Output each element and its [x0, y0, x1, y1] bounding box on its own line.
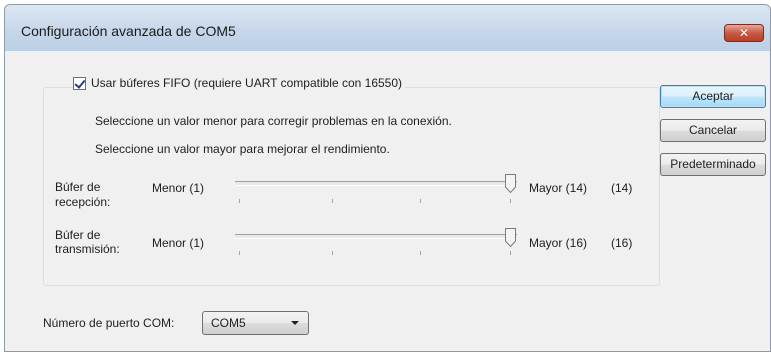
- com-port-label: Número de puerto COM:: [43, 316, 175, 330]
- receive-buffer-label-line1: Búfer de: [55, 180, 101, 194]
- fifo-checkbox[interactable]: [73, 76, 86, 90]
- transmit-buffer-max-label: Mayor (16): [529, 236, 588, 250]
- transmit-buffer-slider-track[interactable]: [235, 234, 517, 239]
- transmit-buffer-value: (16): [611, 236, 633, 250]
- transmit-buffer-label-line1: Búfer de: [55, 228, 101, 242]
- receive-buffer-value: (14): [611, 181, 633, 195]
- defaults-button[interactable]: Predeterminado: [660, 153, 766, 176]
- advanced-settings-dialog: Configuración avanzada de COM5 ✕ Usar bú…: [4, 4, 771, 352]
- fifo-checkbox-row[interactable]: Usar búferes FIFO (requiere UART compati…: [73, 75, 406, 91]
- window-title: Configuración avanzada de COM5: [21, 23, 236, 39]
- hint-lower-text: Seleccione un valor menor para corregir …: [95, 114, 452, 128]
- dialog-body: Usar búferes FIFO (requiere UART compati…: [13, 51, 766, 351]
- chevron-down-icon: [291, 321, 299, 325]
- transmit-buffer-slider-thumb[interactable]: [505, 228, 516, 247]
- close-icon: ✕: [738, 26, 750, 40]
- hint-higher-text: Seleccione un valor mayor para mejorar e…: [95, 142, 390, 156]
- fifo-checkbox-label: Usar búferes FIFO (requiere UART compati…: [91, 76, 403, 90]
- com-port-selected-value: COM5: [211, 316, 246, 330]
- receive-buffer-min-label: Menor (1): [152, 181, 205, 195]
- transmit-buffer-label-line2: transmisión:: [55, 242, 120, 256]
- receive-buffer-max-label: Mayor (14): [529, 181, 588, 195]
- receive-buffer-label-line2: recepción:: [55, 195, 111, 209]
- receive-buffer-slider-track[interactable]: [235, 181, 517, 186]
- transmit-buffer-min-label: Menor (1): [152, 236, 205, 250]
- title-bar: Configuración avanzada de COM5 ✕: [5, 5, 770, 51]
- cancel-button[interactable]: Cancelar: [660, 119, 766, 142]
- accept-button[interactable]: Aceptar: [660, 85, 766, 108]
- close-button[interactable]: ✕: [724, 24, 764, 42]
- com-port-select[interactable]: COM5: [202, 311, 309, 335]
- receive-buffer-slider-thumb[interactable]: [505, 174, 516, 193]
